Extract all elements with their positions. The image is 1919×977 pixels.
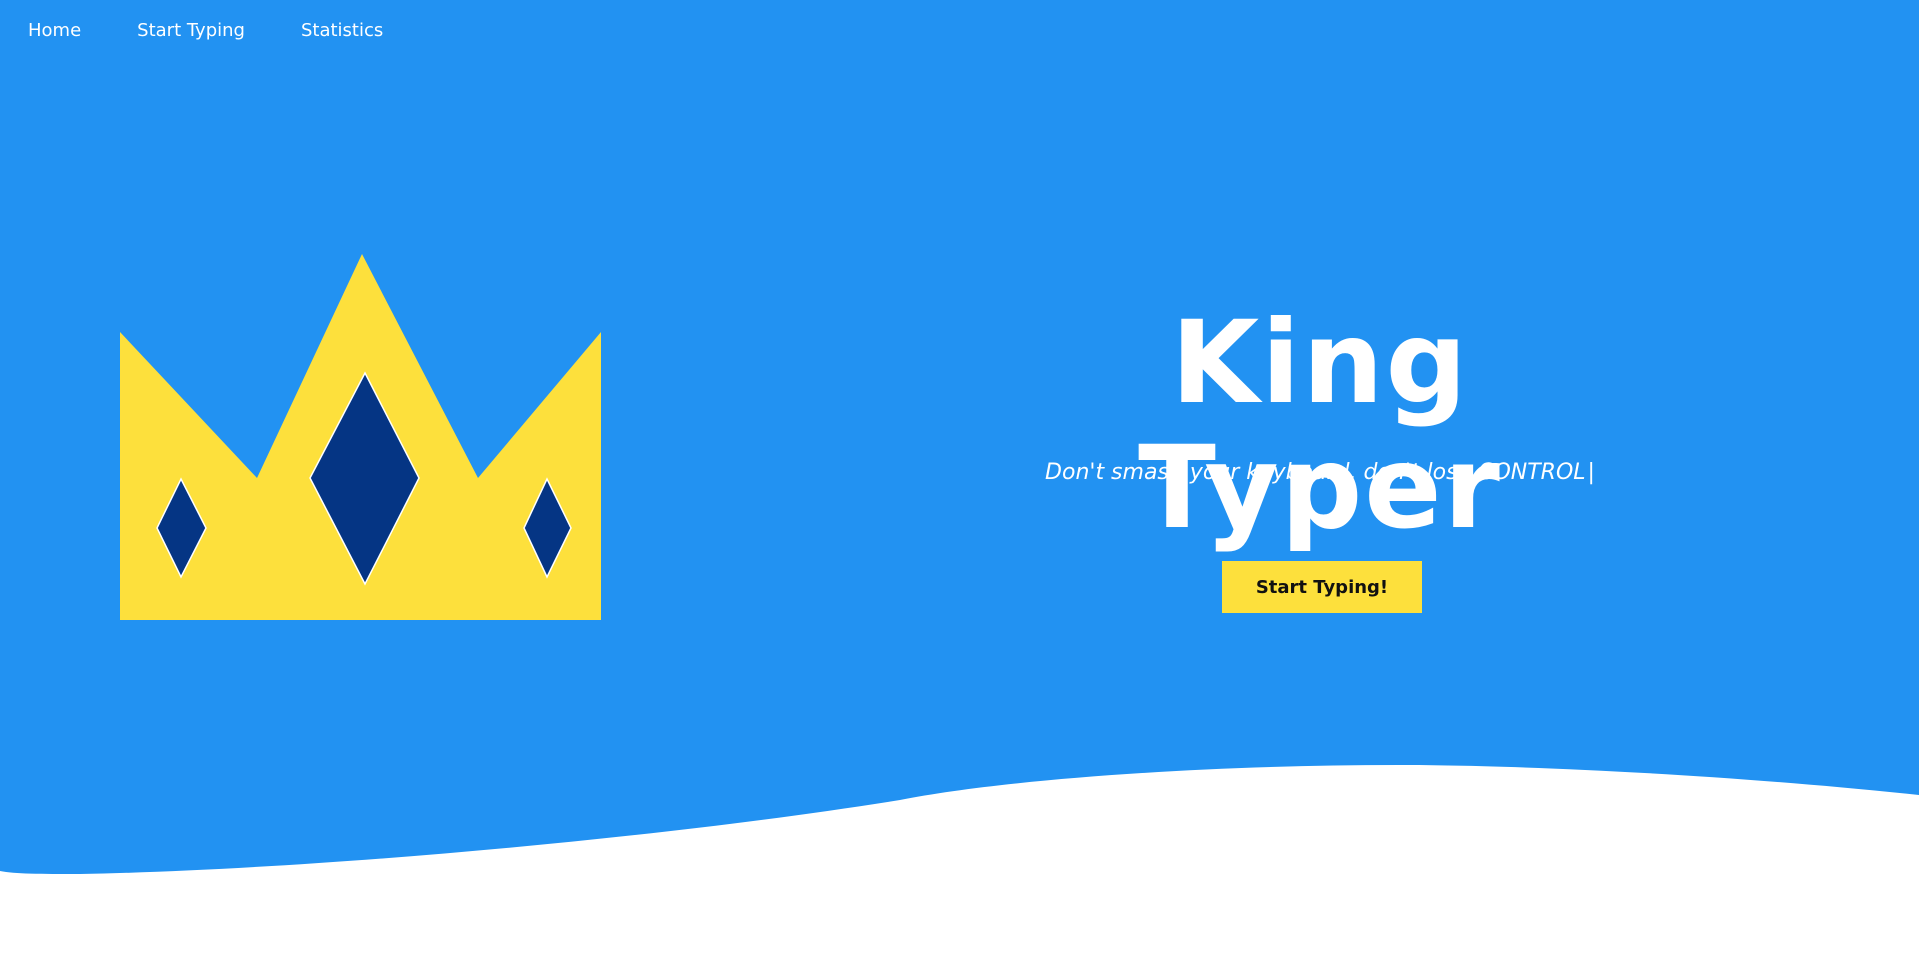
- crown-icon: [120, 254, 601, 620]
- start-typing-button[interactable]: Start Typing!: [1222, 561, 1422, 613]
- page-title: King Typer: [1138, 296, 1502, 555]
- page: Home Start Typing Statistics King Typer …: [0, 0, 1919, 977]
- nav-home-link[interactable]: Home: [28, 20, 81, 41]
- tagline-text: Don't smash your keyboard, don't lose CO…: [1045, 460, 1586, 485]
- nav-start-typing-link[interactable]: Start Typing: [137, 20, 245, 41]
- typing-cursor: |: [1587, 460, 1595, 485]
- top-nav: Home Start Typing Statistics: [0, 0, 439, 60]
- nav-statistics-link[interactable]: Statistics: [301, 20, 383, 41]
- hero-tagline: Don't smash your keyboard, don't lose CO…: [980, 460, 1660, 485]
